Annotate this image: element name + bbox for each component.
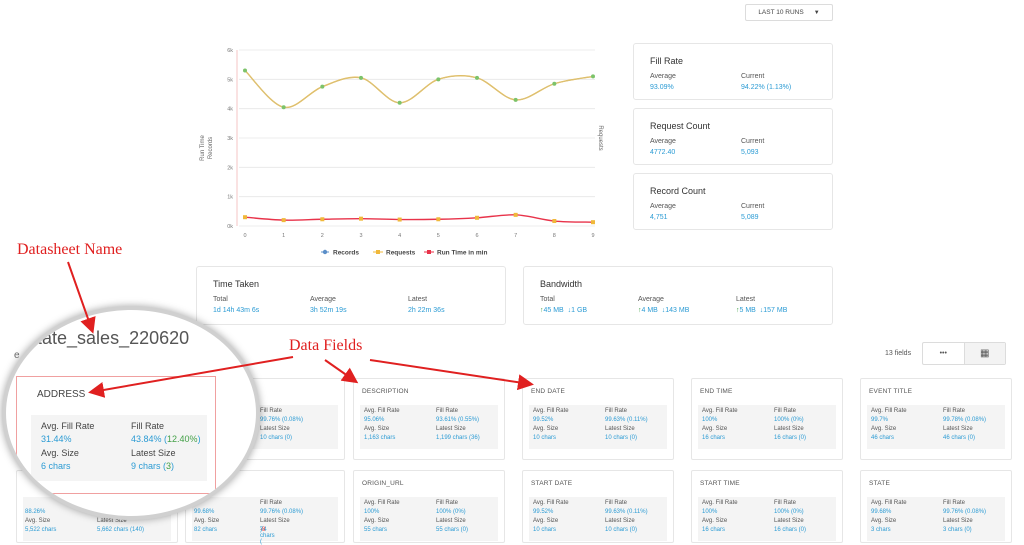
arrow-to-end-date — [369, 359, 534, 391]
arrow-to-datasheet — [67, 261, 96, 334]
annotation-arrows — [67, 261, 534, 398]
arrow-to-address — [88, 356, 294, 398]
arrow-to-description — [324, 359, 359, 384]
